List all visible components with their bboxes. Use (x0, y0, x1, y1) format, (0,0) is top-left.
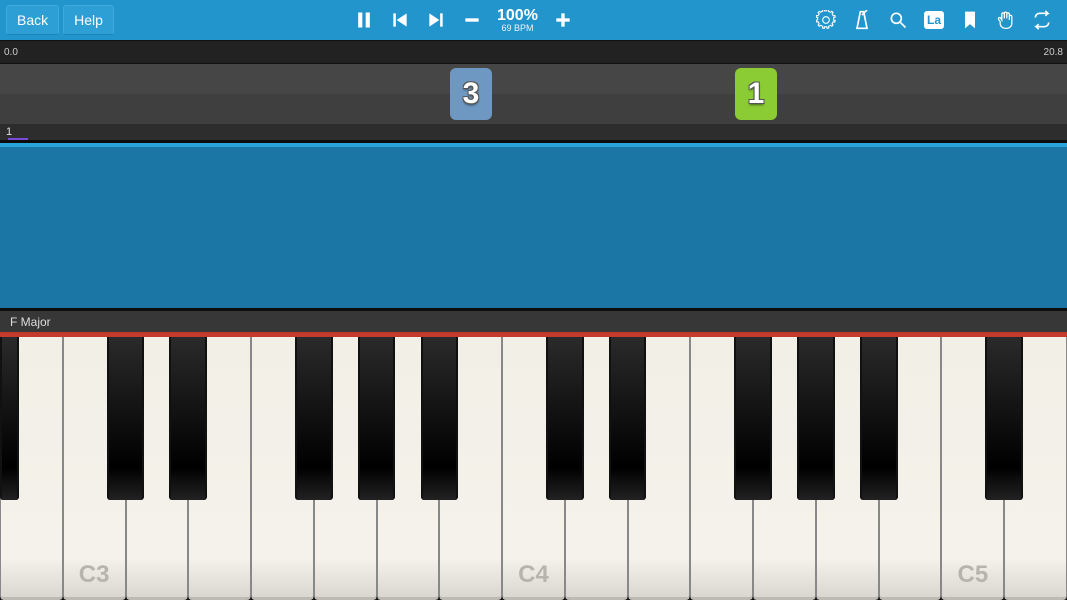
piano-keys: C3 C4 C5 (0, 337, 1067, 600)
pause-icon[interactable] (349, 5, 379, 35)
help-button[interactable]: Help (63, 5, 114, 35)
back-button[interactable]: Back (6, 5, 59, 35)
key-label: C3 (64, 561, 125, 589)
black-key[interactable] (107, 337, 145, 500)
metronome-icon[interactable] (847, 5, 877, 35)
black-key[interactable] (358, 337, 396, 500)
hand-icon[interactable] (991, 5, 1021, 35)
finger-marker-right[interactable]: 1 (735, 68, 777, 120)
black-key[interactable] (0, 337, 19, 500)
black-key[interactable] (295, 337, 333, 500)
tempo-minus-icon[interactable] (457, 5, 487, 35)
time-start: 0.0 (4, 47, 18, 58)
black-key[interactable] (546, 337, 584, 500)
prev-icon[interactable] (385, 5, 415, 35)
note-names-icon[interactable]: La (919, 5, 949, 35)
track-label-bar: 1 (0, 124, 1067, 140)
key-guide-line (0, 334, 1067, 337)
loop-icon[interactable] (1027, 5, 1057, 35)
black-key[interactable] (860, 337, 898, 500)
bookmark-icon[interactable] (955, 5, 985, 35)
scale-bar[interactable]: F Major (0, 310, 1067, 334)
toolbar: Back Help 100% 69 BPM (0, 0, 1067, 40)
time-end: 20.8 (1044, 47, 1063, 58)
next-icon[interactable] (421, 5, 451, 35)
black-key[interactable] (734, 337, 772, 500)
track-area[interactable]: 0.0 20.8 3 1 1 (0, 40, 1067, 140)
tempo-percent: 100% (497, 8, 538, 24)
transport-controls: 100% 69 BPM (349, 5, 578, 35)
tempo-plus-icon[interactable] (548, 5, 578, 35)
toolbar-right: La (811, 5, 1067, 35)
note-fall-panel[interactable] (0, 140, 1067, 310)
key-label: C4 (503, 561, 564, 589)
black-key[interactable] (421, 337, 459, 500)
track-row[interactable]: 3 1 (0, 64, 1067, 124)
piano: C3 C4 C5 (0, 334, 1067, 600)
scale-name: F Major (10, 315, 51, 329)
settings-gear-icon[interactable] (811, 5, 841, 35)
time-ruler[interactable]: 0.0 20.8 (0, 40, 1067, 64)
zoom-icon[interactable] (883, 5, 913, 35)
black-key[interactable] (169, 337, 207, 500)
black-key[interactable] (609, 337, 647, 500)
black-key[interactable] (797, 337, 835, 500)
tempo-bpm: 69 BPM (497, 24, 538, 33)
black-key[interactable] (985, 337, 1023, 500)
track-number: 1 (6, 126, 12, 138)
key-label: C5 (942, 561, 1003, 589)
tempo-display[interactable]: 100% 69 BPM (493, 8, 542, 33)
finger-marker-left[interactable]: 3 (450, 68, 492, 120)
